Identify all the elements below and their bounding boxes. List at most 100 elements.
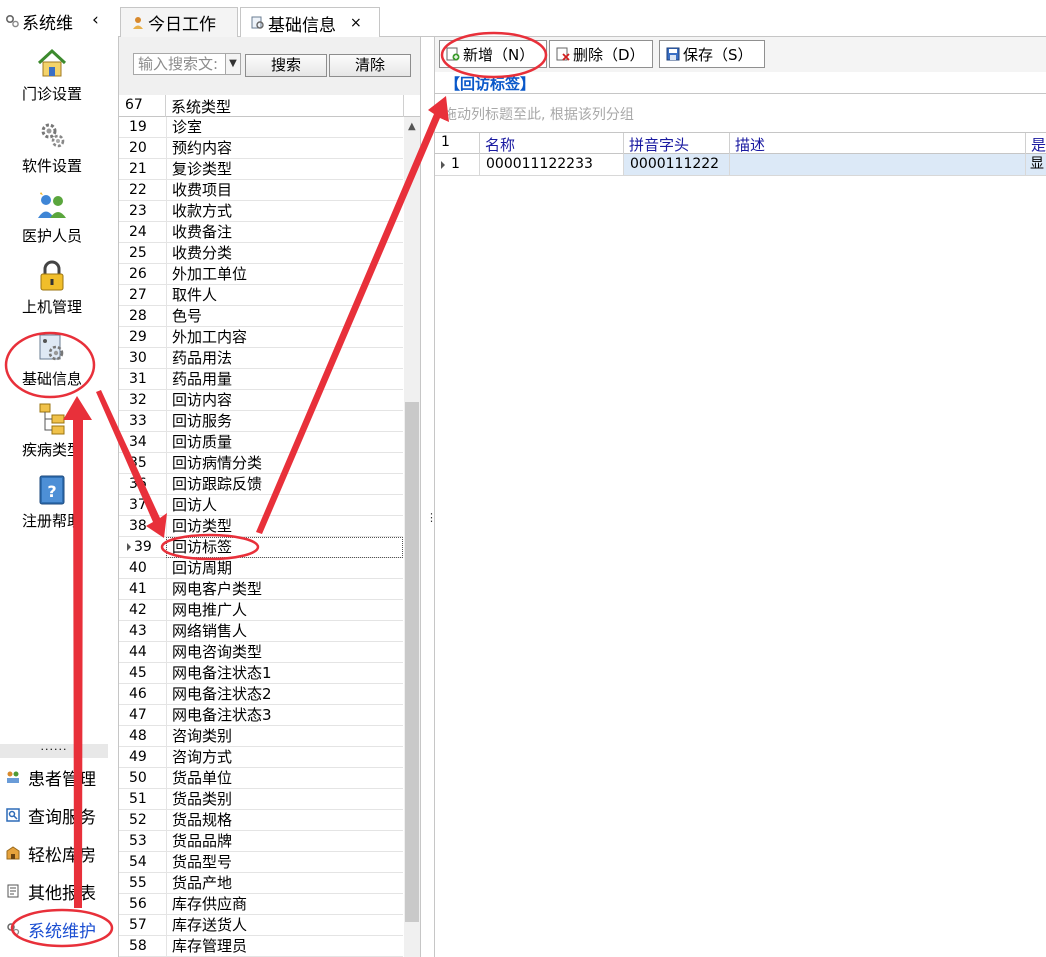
tab-basic-info[interactable]: 基础信息 × [240,7,380,38]
list-item-name[interactable]: 货品品牌 [166,831,403,852]
list-item-name[interactable]: 收款方式 [166,201,403,222]
list-item[interactable]: 56 库存供应商 [119,894,403,915]
chevron-down-icon[interactable]: ▼ [225,54,240,74]
list-item[interactable]: 52 货品规格 [119,810,403,831]
cell-name[interactable]: 000011122233 [479,154,623,175]
list-item-name[interactable]: 收费分类 [166,243,403,264]
nav-divider[interactable]: ...... [0,741,108,758]
list-item[interactable]: 22 收费项目 [119,180,403,201]
nav-item-machine-management[interactable]: 上机管理 [0,259,104,317]
cell-pinyin[interactable]: 0000111222 [623,154,729,175]
panel-splitter[interactable]: ⋮ [421,37,437,957]
list-item-name[interactable]: 库存供应商 [166,894,403,915]
nav-group-query-service[interactable]: 查询服务 [0,797,118,833]
group-by-area[interactable]: 拖动列标题至此, 根据该列分组 [435,94,1046,132]
column-header-name[interactable]: 名称 [485,134,515,155]
nav-item-clinic-settings[interactable]: 门诊设置 [0,46,104,104]
cell-description[interactable] [729,154,1025,175]
list-item-name[interactable]: 网电咨询类型 [166,642,403,663]
column-header-system-type[interactable]: 系统类型 [171,96,231,117]
list-item-name[interactable]: 货品型号 [166,852,403,873]
list-item-name[interactable]: 货品单位 [166,768,403,789]
list-item[interactable]: 36 回访跟踪反馈 [119,474,403,495]
column-header-pinyin[interactable]: 拼音字头 [629,134,689,155]
list-item-name[interactable]: 回访周期 [166,558,403,579]
list-item[interactable]: 51 货品类别 [119,789,403,810]
list-item[interactable]: 21 复诊类型 [119,159,403,180]
add-button[interactable]: 新增（N） [439,40,547,68]
list-item-name[interactable]: 药品用量 [166,369,403,390]
list-item[interactable]: 41 网电客户类型 [119,579,403,600]
nav-group-patient-management[interactable]: 患者管理 [0,759,118,795]
list-item[interactable]: 50 货品单位 [119,768,403,789]
list-item[interactable]: 57 库存送货人 [119,915,403,936]
list-item[interactable]: 54 货品型号 [119,852,403,873]
delete-button[interactable]: 删除（D） [549,40,653,68]
list-item[interactable]: 43 网络销售人 [119,621,403,642]
cell-flag[interactable]: 显 [1025,154,1046,175]
list-item[interactable]: 35 回访病情分类 [119,453,403,474]
list-item[interactable]: 30 药品用法 [119,348,403,369]
list-item[interactable]: 32 回访内容 [119,390,403,411]
list-item-name[interactable]: 药品用法 [166,348,403,369]
list-item-name[interactable]: 外加工内容 [166,327,403,348]
nav-item-disease-type[interactable]: 疾病类型 [0,402,104,460]
list-item-name[interactable]: 回访内容 [166,390,403,411]
list-item[interactable]: 31 药品用量 [119,369,403,390]
tab-today-work[interactable]: 今日工作 [120,7,238,37]
list-item[interactable]: 34 回访质量 [119,432,403,453]
list-item-name[interactable]: 网电备注状态3 [166,705,403,726]
list-item-name[interactable]: 货品产地 [166,873,403,894]
list-item[interactable]: 20 预约内容 [119,138,403,159]
list-item-name[interactable]: 收费备注 [166,222,403,243]
nav-group-other-reports[interactable]: 其他报表 [0,873,118,909]
list-item[interactable]: 38 回访类型 [119,516,403,537]
list-item[interactable]: 46 网电备注状态2 [119,684,403,705]
list-item-name[interactable]: 回访标签 [166,537,403,558]
list-item-name[interactable]: 网电客户类型 [166,579,403,600]
list-item-name[interactable]: 货品规格 [166,810,403,831]
list-item[interactable]: 44 网电咨询类型 [119,642,403,663]
list-item[interactable]: 55 货品产地 [119,873,403,894]
nav-item-medical-staff[interactable]: 医护人员 [0,188,104,246]
list-item-name[interactable]: 回访人 [166,495,403,516]
list-item-name[interactable]: 取件人 [166,285,403,306]
scroll-up-icon[interactable]: ▲ [408,121,416,132]
list-item-name[interactable]: 咨询方式 [166,747,403,768]
list-item-name[interactable]: 回访服务 [166,411,403,432]
list-item[interactable]: 23 收款方式 [119,201,403,222]
list-item[interactable]: 37 回访人 [119,495,403,516]
list-item-name[interactable]: 网电备注状态1 [166,663,403,684]
list-item-name[interactable]: 咨询类别 [166,726,403,747]
nav-item-register-help[interactable]: ? 注册帮助 [0,473,104,531]
list-item[interactable]: 58 库存管理员 [119,936,403,957]
list-item[interactable]: 19 诊室 [119,117,403,138]
list-item[interactable]: 42 网电推广人 [119,600,403,621]
list-item-name[interactable]: 货品类别 [166,789,403,810]
nav-group-easy-warehouse[interactable]: 轻松库房 [0,835,118,871]
list-item[interactable]: 27 取件人 [119,285,403,306]
list-item[interactable]: 40 回访周期 [119,558,403,579]
clear-button[interactable]: 清除 [329,54,411,77]
list-item-name[interactable]: 网电备注状态2 [166,684,403,705]
list-item[interactable]: 47 网电备注状态3 [119,705,403,726]
list-item-name[interactable]: 回访病情分类 [166,453,403,474]
list-item[interactable]: 39 回访标签 [119,537,403,558]
column-header-flag[interactable]: 是 [1031,134,1046,155]
list-item[interactable]: 24 收费备注 [119,222,403,243]
list-item-name[interactable]: 回访类型 [166,516,403,537]
nav-group-system-maintenance[interactable]: 系统维护 [0,911,118,947]
list-item[interactable]: 45 网电备注状态1 [119,663,403,684]
scrollbar-thumb[interactable] [405,402,419,922]
list-item-name[interactable]: 收费项目 [166,180,403,201]
save-button[interactable]: 保存（S） [659,40,765,68]
list-item-name[interactable]: 回访质量 [166,432,403,453]
list-item-name[interactable]: 网络销售人 [166,621,403,642]
list-item[interactable]: 28 色号 [119,306,403,327]
nav-item-software-settings[interactable]: 软件设置 [0,118,104,176]
list-item[interactable]: 49 咨询方式 [119,747,403,768]
list-item-name[interactable]: 库存送货人 [166,915,403,936]
column-header-description[interactable]: 描述 [735,134,765,155]
list-item[interactable]: 29 外加工内容 [119,327,403,348]
list-item-name[interactable]: 回访跟踪反馈 [166,474,403,495]
